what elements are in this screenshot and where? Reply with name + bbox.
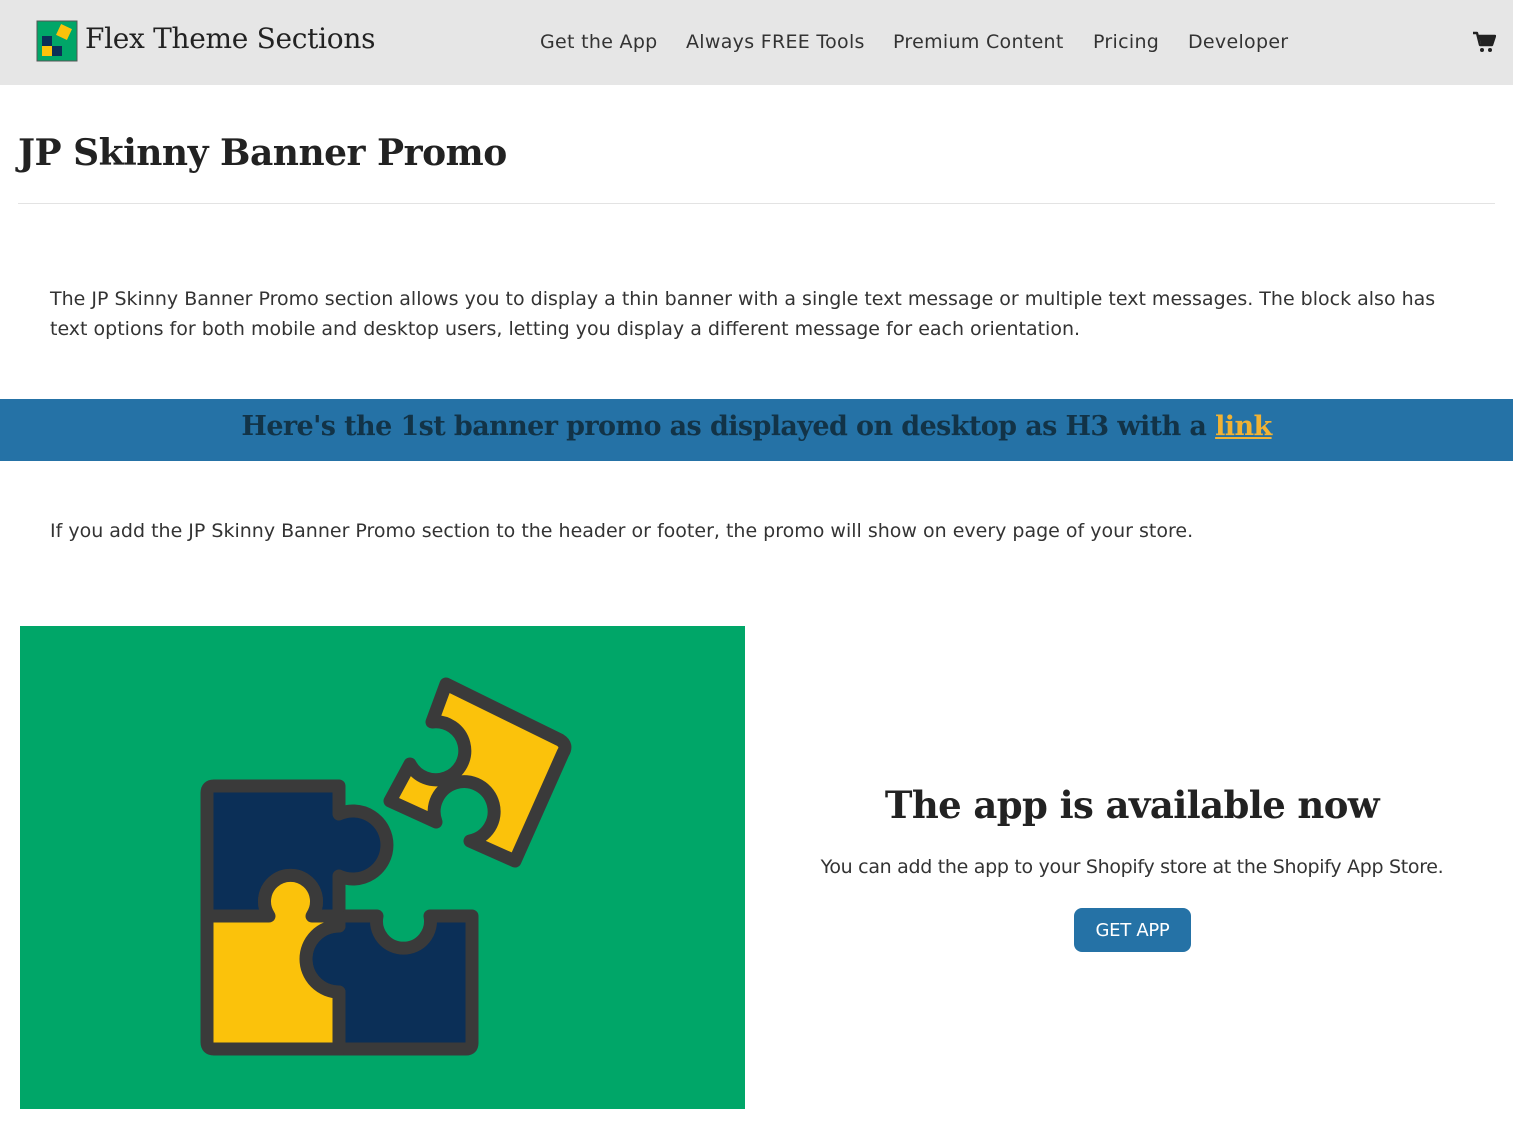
title-divider: [18, 203, 1495, 204]
skinny-banner-promo: Here's the 1st banner promo as displayed…: [0, 399, 1513, 461]
site-header: Flex Theme Sections Get the App Always F…: [0, 0, 1513, 85]
app-heading: The app is available now: [884, 783, 1380, 827]
get-app-button[interactable]: GET APP: [1074, 908, 1191, 952]
nav-get-the-app[interactable]: Get the App: [540, 31, 658, 53]
main-nav: Get the App Always FREE Tools Premium Co…: [0, 31, 1513, 57]
note-paragraph: If you add the JP Skinny Banner Promo se…: [50, 520, 1194, 542]
promo-message: Here's the 1st banner promo as displayed…: [241, 411, 1272, 442]
nav-pricing[interactable]: Pricing: [1093, 31, 1159, 53]
nav-premium-content[interactable]: Premium Content: [893, 31, 1064, 53]
page-title: JP Skinny Banner Promo: [18, 132, 507, 174]
app-image-panel: [20, 626, 745, 1109]
puzzle-pieces-icon: [200, 677, 572, 1056]
promo-link[interactable]: link: [1215, 411, 1272, 442]
app-description: You can add the app to your Shopify stor…: [820, 856, 1444, 878]
nav-developer[interactable]: Developer: [1188, 31, 1288, 53]
nav-always-free-tools[interactable]: Always FREE Tools: [686, 31, 865, 53]
intro-paragraph: The JP Skinny Banner Promo section allow…: [50, 288, 1436, 340]
promo-text: Here's the 1st banner promo as displayed…: [241, 411, 1207, 442]
cart-icon[interactable]: [1472, 30, 1496, 54]
